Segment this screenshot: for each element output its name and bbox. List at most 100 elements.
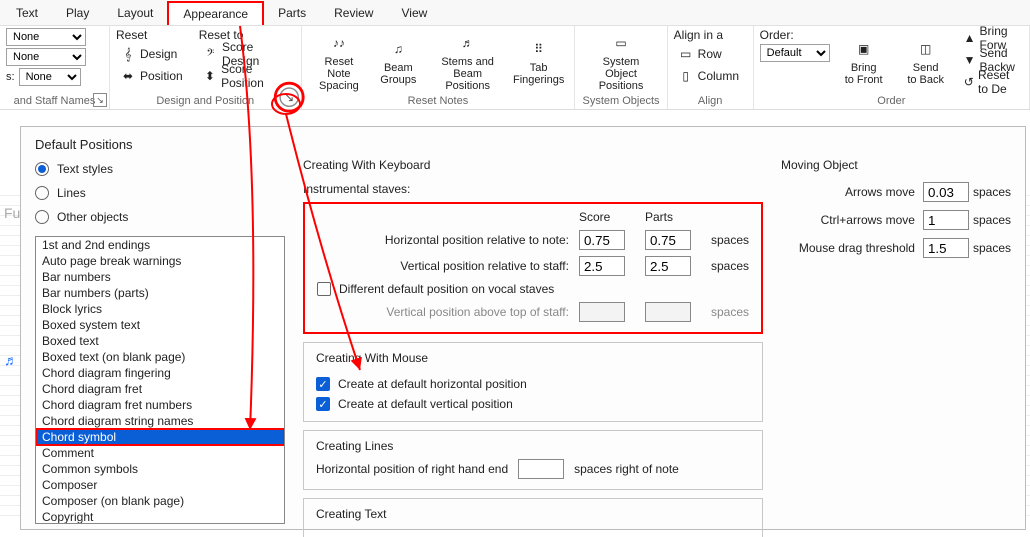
list-item[interactable]: Boxed text xyxy=(36,333,284,349)
reset-design-button[interactable]: 𝄞Design xyxy=(116,44,187,64)
score-position-icon: ⬍ xyxy=(203,68,217,84)
rh-end-input[interactable] xyxy=(518,459,564,479)
tab-layout[interactable]: Layout xyxy=(103,2,167,24)
vocal-vpos-parts-input xyxy=(645,302,691,322)
rh-end-unit: spaces right of note xyxy=(574,462,679,476)
tab-appearance[interactable]: Appearance xyxy=(167,1,264,25)
system-object-positions-button[interactable]: ▭System Object Positions xyxy=(581,28,660,95)
group-caption-align: Align xyxy=(674,95,747,109)
tab-parts[interactable]: Parts xyxy=(264,2,320,24)
radio-lines[interactable]: Lines xyxy=(35,186,285,200)
tab-text[interactable]: Text xyxy=(2,2,52,24)
list-item[interactable]: Bar numbers (parts) xyxy=(36,285,284,301)
reset-label: Reset xyxy=(116,28,187,42)
col-score: Score xyxy=(579,210,635,224)
tab-play[interactable]: Play xyxy=(52,2,103,24)
drag-threshold-input[interactable] xyxy=(923,238,969,258)
reset-note-spacing-button[interactable]: ♪♪Reset Note Spacing xyxy=(308,28,371,95)
column-icon: ▯ xyxy=(678,68,694,84)
list-item[interactable]: Auto page break warnings xyxy=(36,253,284,269)
ribbon: None None s: None and Staff Names ↘ Rese… xyxy=(0,26,1030,110)
vpos-unit: spaces xyxy=(711,259,749,273)
staffnames-launcher-icon[interactable]: ↘ xyxy=(93,93,107,107)
reset-score-design-button[interactable]: 𝄢Score Design xyxy=(199,44,295,64)
category-radio-group: Text styles Lines Other objects xyxy=(35,158,285,236)
list-item[interactable]: Chord diagram fret numbers xyxy=(36,397,284,413)
score-text-fragment: Fu xyxy=(4,205,20,221)
moving-object-title: Moving Object xyxy=(781,158,1011,172)
send-backward-button[interactable]: ▼Send Backw xyxy=(960,50,1023,70)
group-caption-reset-notes: Reset Notes xyxy=(308,95,569,109)
arrows-move-label: Arrows move xyxy=(781,185,915,199)
list-item[interactable]: 1st and 2nd endings xyxy=(36,237,284,253)
score-note-fragment: ♬ xyxy=(4,352,18,368)
combo-a[interactable]: None xyxy=(6,28,86,46)
ctrl-arrows-input[interactable] xyxy=(923,210,969,230)
list-item[interactable]: Composer (on blank page) xyxy=(36,493,284,509)
combo-b[interactable]: None xyxy=(6,48,86,66)
list-item[interactable]: Chord diagram string names xyxy=(36,413,284,429)
reset-to-default-button[interactable]: ↺Reset to De xyxy=(960,72,1023,92)
arrows-move-input[interactable] xyxy=(923,182,969,202)
list-item[interactable]: Comment xyxy=(36,445,284,461)
diff-vocal-checkbox[interactable]: Different default position on vocal stav… xyxy=(317,282,749,296)
ctrl-arrows-label: Ctrl+arrows move xyxy=(781,213,915,227)
creating-lines-fieldset: Creating Lines Horizontal position of ri… xyxy=(303,430,763,490)
list-item[interactable]: Composer xyxy=(36,477,284,493)
combo-c[interactable]: None xyxy=(19,68,81,86)
beam-groups-button[interactable]: ♫Beam Groups xyxy=(370,28,426,95)
instrumental-staves-label: Instrumental staves: xyxy=(303,182,763,196)
send-back-icon: ◫ xyxy=(913,38,939,60)
list-item[interactable]: Block lyrics xyxy=(36,301,284,317)
align-column-button[interactable]: ▯Column xyxy=(674,66,743,86)
stems-beam-icon: ♬ xyxy=(455,32,481,54)
list-item[interactable]: Copyright xyxy=(36,509,284,524)
order-combo[interactable]: Default xyxy=(760,44,830,62)
reset-score-position-button[interactable]: ⬍Score Position xyxy=(199,66,295,86)
bring-front-icon: ▣ xyxy=(851,38,877,60)
note-spacing-icon: ♪♪ xyxy=(326,32,352,54)
reset-position-button[interactable]: ⬌Position xyxy=(116,66,187,86)
tab-view[interactable]: View xyxy=(387,2,441,24)
row-icon: ▭ xyxy=(678,46,694,62)
tab-fingerings-icon: ⠿ xyxy=(526,38,552,60)
hpos-score-input[interactable] xyxy=(579,230,625,250)
creating-keyboard-title: Creating With Keyboard xyxy=(303,158,763,172)
send-to-back-button[interactable]: ◫Send to Back xyxy=(898,28,954,95)
beam-groups-icon: ♫ xyxy=(385,38,411,60)
tab-fingerings-button[interactable]: ⠿Tab Fingerings xyxy=(509,28,568,95)
hpos-label: Horizontal position relative to note: xyxy=(317,233,569,247)
design-position-launcher-icon[interactable]: ↘ xyxy=(279,87,299,107)
keyboard-position-fieldset: Score Parts Horizontal position relative… xyxy=(303,202,763,334)
mouse-default-h-checkbox[interactable]: ✓Create at default horizontal position xyxy=(316,377,750,391)
list-item[interactable]: Chord diagram fret xyxy=(36,381,284,397)
hpos-unit: spaces xyxy=(711,233,749,247)
list-item[interactable]: Chord diagram fingering xyxy=(36,365,284,381)
creating-mouse-fieldset: Creating With Mouse ✓Create at default h… xyxy=(303,342,763,422)
group-caption-order: Order xyxy=(760,95,1023,109)
mouse-default-v-checkbox[interactable]: ✓Create at default vertical position xyxy=(316,397,750,411)
list-item[interactable]: Boxed system text xyxy=(36,317,284,333)
vpos-parts-input[interactable] xyxy=(645,256,691,276)
align-row-button[interactable]: ▭Row xyxy=(674,44,743,64)
vocal-vpos-score-input xyxy=(579,302,625,322)
dialog-title: Default Positions xyxy=(21,127,1025,158)
stems-beam-positions-button[interactable]: ♬Stems and Beam Positions xyxy=(426,28,509,95)
drag-unit: spaces xyxy=(973,241,1011,255)
list-item[interactable]: Boxed text (on blank page) xyxy=(36,349,284,365)
radio-text-styles[interactable]: Text styles xyxy=(35,162,285,176)
default-positions-dialog: Default Positions Text styles Lines Othe… xyxy=(20,126,1026,530)
vpos-score-input[interactable] xyxy=(579,256,625,276)
tab-review[interactable]: Review xyxy=(320,2,387,24)
bring-to-front-button[interactable]: ▣Bring to Front xyxy=(836,28,892,95)
vocal-vpos-label: Vertical position above top of staff: xyxy=(317,305,569,319)
style-listbox[interactable]: 1st and 2nd endingsAuto page break warni… xyxy=(35,236,285,524)
vpos-label: Vertical position relative to staff: xyxy=(317,259,569,273)
creating-text-title: Creating Text xyxy=(312,507,390,521)
list-item[interactable]: Common symbols xyxy=(36,461,284,477)
list-item[interactable]: Chord symbol xyxy=(36,429,284,445)
radio-other-objects[interactable]: Other objects xyxy=(35,210,285,224)
list-item[interactable]: Bar numbers xyxy=(36,269,284,285)
hpos-parts-input[interactable] xyxy=(645,230,691,250)
bring-forward-button[interactable]: ▲Bring Forw xyxy=(960,28,1023,48)
